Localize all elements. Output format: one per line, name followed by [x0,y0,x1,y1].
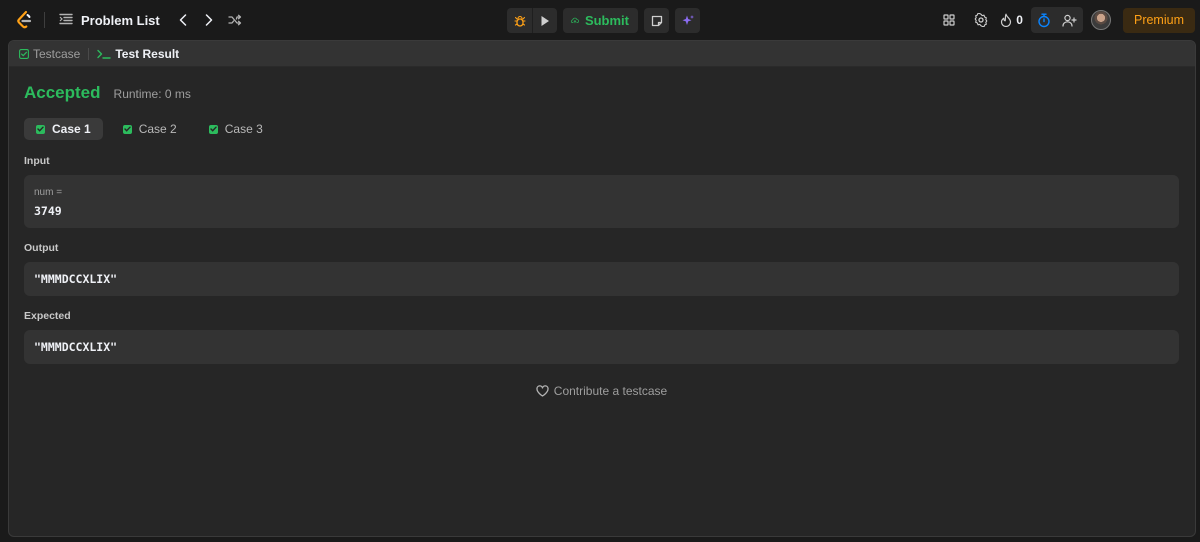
checkbox-icon [19,48,29,59]
submit-label: Submit [584,13,629,28]
case-tabs: Case 1 Case 2 Case 3 [24,118,1179,140]
stopwatch-icon [1038,13,1050,27]
top-navbar: Problem List Submit 0 Premium [0,0,1200,40]
topbar-center: Submit [507,8,700,33]
user-avatar[interactable] [1090,10,1111,30]
list-icon [59,13,73,28]
check-icon [36,124,45,134]
input-var-name: num = [34,187,63,198]
layout-grid-icon [943,14,955,26]
bug-icon [513,15,526,27]
debug-button[interactable] [507,8,532,33]
input-var-value: 3749 [34,204,62,218]
input-label: Input [24,155,50,167]
submit-button[interactable]: Submit [563,8,638,33]
chevron-right-icon [205,14,212,26]
chevron-left-icon [179,14,186,26]
timer-button[interactable] [1031,7,1057,33]
note-icon [651,15,662,26]
tab-testcase[interactable]: Testcase [19,41,80,67]
case-label: Case 1 [52,122,91,136]
layout-button[interactable] [936,7,962,33]
gear-icon [974,13,988,27]
topbar-left: Problem List [12,0,248,40]
result-summary: Accepted Runtime: 0 ms [24,83,1179,103]
cloud-upload-icon [571,17,579,24]
run-button[interactable] [532,8,557,33]
expected-label: Expected [24,310,71,322]
terminal-icon [97,49,112,59]
runtime-text: Runtime: 0 ms [113,87,191,101]
premium-button[interactable]: Premium [1122,7,1195,33]
tab-test-result[interactable]: Test Result [97,41,179,67]
random-problem-button[interactable] [222,6,248,34]
output-value: "MMMDCCXLIX" [34,272,118,286]
divider [44,12,45,28]
premium-label: Premium [1133,13,1184,27]
output-box[interactable]: "MMMDCCXLIX" [24,262,1179,296]
output-label: Output [24,242,59,254]
prev-problem-button[interactable] [170,6,196,34]
shuffle-icon [228,14,241,26]
case-label: Case 2 [138,122,177,136]
test-result-panel: Testcase Test Result Accepted Runtime: 0… [8,40,1196,537]
case-tab-2[interactable]: Case 2 [111,118,189,140]
problem-list-button[interactable]: Problem List [55,6,164,34]
tab-testcase-label: Testcase [33,46,81,61]
case-tab-3[interactable]: Case 3 [197,118,275,140]
heart-icon [536,385,549,397]
expected-value: "MMMDCCXLIX" [34,340,118,354]
check-icon [208,124,218,134]
sparkle-icon [682,14,694,25]
problem-list-label: Problem List [81,12,160,28]
topbar-right: 0 Premium [936,0,1200,40]
status-accepted: Accepted [24,83,101,102]
play-icon [541,15,549,26]
timer-controls [1030,7,1083,33]
panel-tab-bar: Testcase Test Result [9,41,1195,67]
settings-button[interactable] [968,7,994,33]
result-body: Accepted Runtime: 0 ms Case 1 Case 2 Cas… [9,67,1195,398]
leetcode-logo-icon[interactable] [12,8,36,32]
add-user-icon [1062,14,1078,27]
notes-button[interactable] [644,8,669,33]
input-box[interactable]: num = 3749 [24,175,1179,228]
add-collaborator-button[interactable] [1057,7,1083,33]
next-problem-button[interactable] [196,6,222,34]
check-icon [122,124,132,134]
run-controls [507,8,557,33]
ai-assistant-button[interactable] [675,8,700,33]
tab-divider [88,47,90,60]
streak-count: 0 [1016,13,1023,27]
contribute-label: Contribute a testcase [553,384,668,398]
case-tab-1[interactable]: Case 1 [24,118,103,140]
expected-box[interactable]: "MMMDCCXLIX" [24,330,1179,364]
flame-icon [1001,13,1012,27]
contribute-testcase-link[interactable]: Contribute a testcase [24,384,1179,398]
streak-counter[interactable]: 0 [1000,13,1023,27]
tab-test-result-label: Test Result [115,46,180,61]
case-label: Case 3 [224,122,263,136]
